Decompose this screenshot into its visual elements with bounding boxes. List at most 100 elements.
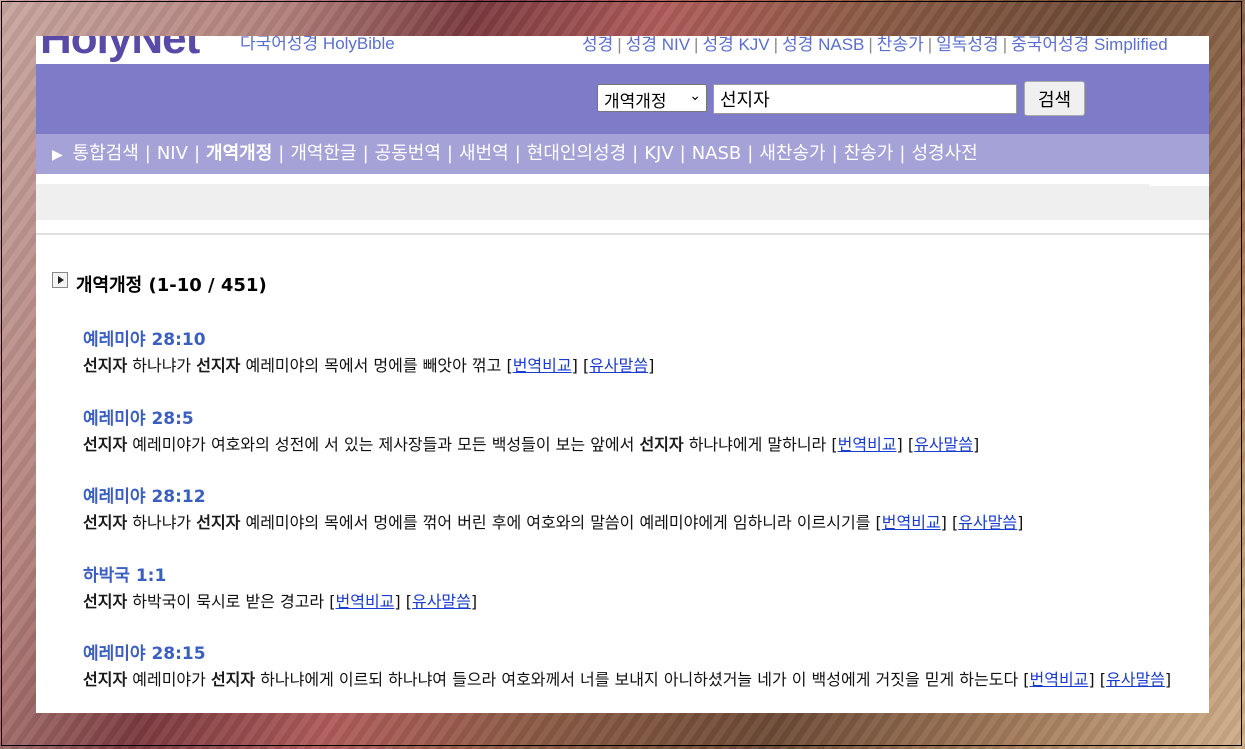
nav-item[interactable]: 통합검색 <box>73 143 139 164</box>
separator: | <box>278 143 285 164</box>
highlighted-keyword: 선지자 <box>83 591 128 611</box>
verse-text: 선지자 하나냐가 선지자 예레미야의 목에서 멍에를 꺾어 버린 후에 여호와의… <box>83 509 1203 537</box>
nav-item[interactable]: 개역한글 <box>290 143 356 164</box>
verse-text: 선지자 예레미야가 선지자 하나냐에게 이르되 하나냐여 들으라 여호와께서 너… <box>83 666 1203 694</box>
compare-translation-link[interactable]: 번역비교 <box>513 356 572 375</box>
nav-item[interactable]: 새번역 <box>459 143 509 164</box>
search-bar: 개역개정 ⌄ 검색 <box>36 64 1209 134</box>
nav-item[interactable]: NASB <box>692 143 742 164</box>
version-select[interactable]: 개역개정 ⌄ <box>597 84 707 112</box>
highlighted-keyword: 선지자 <box>83 513 128 532</box>
verse-fragment: 예레미야의 목에서 멍에를 빼앗아 꺾고 <box>240 356 507 375</box>
verse-reference-link[interactable]: 예레미야 28:15 <box>83 642 1203 666</box>
result-item: 예레미야 28:12 선지자 하나냐가 선지자 예레미야의 목에서 멍에를 꺾어 … <box>83 485 1203 564</box>
separator: | <box>927 36 933 54</box>
top-link[interactable]: 성경 KJV <box>702 36 769 54</box>
nav-item[interactable]: 찬송가 <box>844 143 894 164</box>
similar-verses-link-wrapper: [유사말씀] <box>582 356 655 375</box>
toggle-arrow-icon[interactable] <box>52 272 68 288</box>
similar-verses-link[interactable]: 유사말씀 <box>589 356 648 375</box>
verse-text: 선지자 예레미야가 여호와의 성전에 서 있는 제사장들과 모든 백성들이 보는… <box>83 431 1203 459</box>
similar-verses-link[interactable]: 유사말씀 <box>958 513 1017 532</box>
results-list: 예레미야 28:10 선지자 하나냐가 선지자 예레미야의 목에서 멍에를 빼앗아… <box>83 328 1203 713</box>
similar-verses-link-wrapper: [유사말씀] <box>907 434 980 454</box>
version-select-value: 개역개정 <box>604 92 667 112</box>
similar-verses-link-wrapper: [유사말씀] <box>952 513 1024 532</box>
compare-translation-link[interactable]: 번역비교 <box>838 435 897 454</box>
result-item: 하박국 1:1 선지자 하박국이 묵시로 받은 경고라 [번역비교] [유사말씀] <box>83 564 1203 643</box>
separator: | <box>362 143 369 164</box>
compare-translation-link[interactable]: 번역비교 <box>882 513 941 532</box>
verse-reference-link[interactable]: 예레미야 28:12 <box>83 485 1203 509</box>
verse-reference-link[interactable]: 예레미야 28:10 <box>83 328 1203 352</box>
version-nav: ▶ 통합검색 | NIV | 개역개정 | 개역한글 | 공동번역 | 새번역 | 현대인의성경 | KJV… <box>36 134 1209 174</box>
top-links: 성경 | 성경 NIV | 성경 KJV | 성경 NASB | 찬송가 | 일독성경 | 중국어성경 … <box>582 36 1168 55</box>
highlighted-keyword: 선지자 <box>83 434 128 454</box>
separator: | <box>144 143 151 164</box>
result-item: 예레미야 28:10 선지자 하나냐가 선지자 예레미야의 목에서 멍에를 빼앗아… <box>83 328 1203 407</box>
top-link[interactable]: 일독성경 <box>936 36 999 54</box>
site-logo[interactable]: HolyNet <box>40 36 200 64</box>
verse-reference-link[interactable]: 예레미야 28:5 <box>83 407 1203 431</box>
search-input[interactable] <box>713 84 1017 114</box>
nav-item[interactable]: 공동번역 <box>375 143 441 164</box>
nav-item[interactable]: 개역개정 <box>206 143 272 164</box>
gray-bar <box>36 182 1209 220</box>
result-item: 예레미야 28:15 선지자 예레미야가 선지자 하나냐에게 이르되 하나냐여 들… <box>83 642 1203 713</box>
compare-translation-link[interactable]: 번역비교 <box>336 592 395 611</box>
highlighted-keyword: 선지자 <box>83 356 128 375</box>
verse-fragment: 하박국이 묵시로 받은 경고라 <box>127 591 330 611</box>
separator: | <box>446 143 453 164</box>
separator: | <box>514 143 521 164</box>
verse-fragment: 하나냐가 <box>127 513 197 532</box>
compare-translation-link-wrapper: [번역비교] <box>1023 670 1095 689</box>
browser-page: HolyNet 다국어성경 HolyBible 성경 | 성경 NIV | 성경 KJV… <box>36 36 1209 713</box>
similar-verses-link[interactable]: 유사말씀 <box>1106 670 1165 689</box>
verse-fragment: 하나냐에게 말하니라 <box>683 434 832 454</box>
site-header: HolyNet 다국어성경 HolyBible 성경 | 성경 NIV | 성경 KJV… <box>36 36 1209 64</box>
top-link[interactable]: 성경 <box>582 36 613 54</box>
results-heading-text: 개역개정 (1-10 / 451) <box>76 275 267 296</box>
separator: | <box>899 143 906 164</box>
nav-item[interactable]: NIV <box>157 143 188 164</box>
verse-fragment: 예레미야가 <box>127 670 211 689</box>
top-link[interactable]: 중국어성경 Simplified <box>1011 36 1168 54</box>
separator: | <box>632 143 639 164</box>
result-item: 예레미야 28:5 선지자 예레미야가 여호와의 성전에 서 있는 제사장들과 모… <box>83 407 1203 486</box>
nav-item[interactable]: 새찬송가 <box>759 143 825 164</box>
divider <box>36 233 1209 235</box>
top-link[interactable]: 성경 NIV <box>626 36 690 54</box>
verse-text: 선지자 하나냐가 선지자 예레미야의 목에서 멍에를 빼앗아 꺾고 [번역비교]… <box>83 352 1203 380</box>
chevron-down-icon: ⌄ <box>689 88 701 104</box>
top-link[interactable]: 성경 NASB <box>782 36 864 54</box>
top-link[interactable]: 찬송가 <box>877 36 924 54</box>
nav-item[interactable]: KJV <box>644 143 673 164</box>
results-heading: 개역개정 (1-10 / 451) <box>52 271 267 297</box>
separator: | <box>773 36 779 54</box>
separator: | <box>617 36 622 54</box>
verse-text: 선지자 하박국이 묵시로 받은 경고라 [번역비교] [유사말씀] <box>83 588 1203 616</box>
similar-verses-link[interactable]: 유사말씀 <box>914 435 973 454</box>
separator: | <box>747 143 754 164</box>
separator: | <box>868 36 873 54</box>
site-subtitle[interactable]: 다국어성경 HolyBible <box>240 36 395 54</box>
compare-translation-link[interactable]: 번역비교 <box>1030 670 1089 689</box>
verse-reference-link[interactable]: 하박국 1:1 <box>83 564 1203 588</box>
similar-verses-link-wrapper: [유사말씀] <box>1099 670 1172 689</box>
similar-verses-link[interactable]: 유사말씀 <box>412 592 471 611</box>
highlighted-keyword: 선지자 <box>210 670 256 689</box>
highlighted-keyword: 선지자 <box>196 356 241 375</box>
separator: | <box>193 143 201 164</box>
highlighted-keyword: 선지자 <box>639 434 684 454</box>
nav-arrow-icon: ▶ <box>52 147 63 163</box>
compare-translation-link-wrapper: [번역비교] <box>329 591 401 611</box>
nav-item[interactable]: 성경사전 <box>911 143 977 164</box>
verse-fragment: 하나냐가 <box>127 356 197 375</box>
verse-fragment: 하나냐에게 이르되 하나냐여 들으라 여호와께서 너를 보내지 아니하셨거늘 네… <box>255 670 1024 689</box>
compare-translation-link-wrapper: [번역비교] <box>506 356 578 375</box>
compare-translation-link-wrapper: [번역비교] <box>831 434 903 454</box>
nav-item[interactable]: 현대인의성경 <box>527 143 626 164</box>
search-button[interactable]: 검색 <box>1024 81 1085 116</box>
compare-translation-link-wrapper: [번역비교] <box>875 513 947 532</box>
verse-fragment: 예레미야가 여호와의 성전에 서 있는 제사장들과 모든 백성들이 보는 앞에서 <box>127 434 640 454</box>
